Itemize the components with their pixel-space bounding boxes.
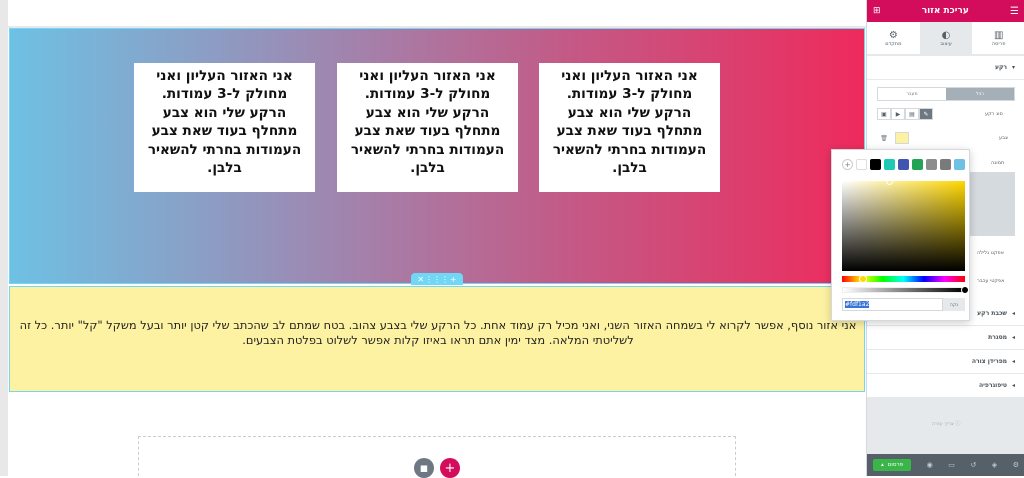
layout-icon: ▥: [993, 29, 1004, 41]
column-text-2[interactable]: אני האזור העליון ואני מחולק ל-3 עמודות. …: [337, 63, 518, 192]
swatch-row: +: [842, 159, 965, 170]
clear-button[interactable]: נקה: [943, 298, 965, 311]
caret-left-icon: ◂: [1011, 334, 1015, 341]
eye-icon[interactable]: ◉: [927, 461, 933, 469]
swatch[interactable]: [926, 159, 937, 170]
swatch[interactable]: [856, 159, 867, 170]
swatch[interactable]: [870, 159, 881, 170]
swatch[interactable]: [884, 159, 895, 170]
menu-icon[interactable]: ☰: [1010, 6, 1019, 17]
canvas-edge: [0, 0, 8, 476]
section-handle[interactable]: ✕ ⋮⋮⋮ +: [411, 273, 463, 285]
column-text-1[interactable]: אני האזור העליון ואני מחולק ל-3 עמודות. …: [539, 63, 720, 192]
hex-row: #fdf1a2 נקה: [842, 298, 965, 311]
help-icon: ⓘ: [955, 421, 961, 427]
image-label: תמונה: [991, 160, 1005, 166]
gear-icon: ⚙: [888, 29, 898, 41]
brush-icon[interactable]: ✎: [919, 108, 933, 120]
history-icon[interactable]: ↺: [970, 461, 976, 469]
second-section-text[interactable]: אני אזור נוסף, אפשר לקרוא לי בשמחה האזור…: [10, 318, 866, 347]
color-chip[interactable]: [895, 132, 909, 144]
publish-button[interactable]: ▴ פרסום: [873, 459, 912, 471]
section-shape-divider-header[interactable]: מפרידן צורה ◂: [867, 350, 1024, 374]
mouse-effect-label: אפקטי עכבר: [977, 278, 1005, 284]
plus-icon: +: [444, 460, 456, 476]
caret-up-icon[interactable]: ▴: [881, 462, 884, 468]
trash-icon[interactable]: 🗑: [877, 132, 891, 144]
tab-hover[interactable]: מעבר: [878, 88, 946, 100]
background-type-buttons: ▣ ▶ ▤ ✎: [877, 108, 933, 120]
help-link[interactable]: צריך עזרה ⓘ: [867, 420, 1024, 427]
column-text-3[interactable]: אני האזור העליון ואני מחולק ל-3 עמודות. …: [134, 63, 315, 192]
slideshow-icon[interactable]: ▣: [877, 108, 891, 120]
video-icon[interactable]: ▶: [891, 108, 905, 120]
caret-left-icon: ◂: [1011, 310, 1015, 317]
section-typography-header[interactable]: טיפוגרפיה ◂: [867, 374, 1024, 398]
panel-title: עריכת אזור: [921, 6, 969, 16]
add-section-area: [138, 436, 736, 476]
tab-advanced[interactable]: ⚙ מתקדם: [867, 22, 920, 54]
folder-icon: ▪: [419, 460, 429, 476]
add-swatch-icon[interactable]: +: [842, 159, 853, 170]
add-template-button[interactable]: ▪: [414, 458, 434, 478]
saturation-knob[interactable]: [886, 178, 893, 185]
state-switcher[interactable]: מעבר רגיל: [877, 87, 1015, 101]
tab-layout[interactable]: ▥ פריסה: [972, 22, 1024, 54]
section-background-header[interactable]: רקע ▾: [867, 56, 1024, 80]
close-icon[interactable]: ✕: [417, 275, 424, 284]
saturation-area[interactable]: [842, 181, 965, 271]
navigator-icon[interactable]: ◈: [992, 461, 997, 469]
caret-left-icon: ◂: [1011, 382, 1015, 389]
drag-icon[interactable]: ⋮⋮⋮: [425, 275, 449, 284]
color-label: צבע: [999, 135, 1008, 141]
section-border-header[interactable]: מסגרת ◂: [867, 326, 1024, 350]
swatch[interactable]: [954, 159, 965, 170]
editor-canvas: אני האזור העליון ואני מחולק ל-3 עמודות. …: [0, 0, 866, 478]
add-section-button[interactable]: +: [440, 458, 460, 478]
swatch[interactable]: [898, 159, 909, 170]
responsive-icon[interactable]: ▭: [948, 461, 955, 469]
settings-icon[interactable]: ⚙: [1013, 461, 1019, 469]
add-icon[interactable]: +: [450, 275, 457, 284]
background-type-label: סוג רקע: [985, 111, 1003, 117]
caret-down-icon: ▾: [1011, 64, 1015, 71]
tab-normal[interactable]: רגיל: [946, 88, 1014, 100]
swatch[interactable]: [940, 159, 951, 170]
color-picker: + #fdf1a2 נקה: [831, 149, 970, 321]
panel-footer: ▴ פרסום ◉ ▭ ↺ ◈ ⚙: [867, 454, 1024, 476]
grid-icon[interactable]: ⊞: [873, 6, 881, 16]
panel-header: ⊞ עריכת אזור ☰: [867, 0, 1024, 22]
alpha-knob[interactable]: [961, 286, 969, 294]
alpha-slider[interactable]: [842, 287, 965, 293]
contrast-icon: ◐: [941, 29, 951, 41]
gradient-icon[interactable]: ▤: [905, 108, 919, 120]
panel-tabs: ⚙ מתקדם ◐ עיצוב ▥ פריסה: [867, 22, 1024, 54]
hue-knob[interactable]: [859, 275, 867, 283]
caret-left-icon: ◂: [1011, 358, 1015, 365]
swatch[interactable]: [912, 159, 923, 170]
second-section[interactable]: אני אזור נוסף, אפשר לקרוא לי בשמחה האזור…: [9, 286, 865, 392]
hex-input[interactable]: #fdf1a2: [842, 298, 943, 311]
tab-style[interactable]: ◐ עיצוב: [919, 22, 973, 54]
scroll-effect-label: אפקט גלילה: [977, 250, 1004, 256]
